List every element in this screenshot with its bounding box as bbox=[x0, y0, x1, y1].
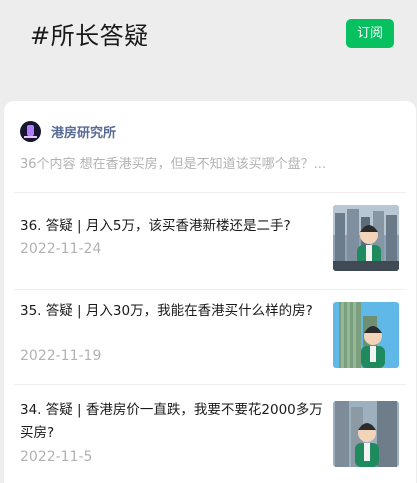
album-card: 港房研究所 36个内容 想在香港买房，但是不知道该买哪个盘？... 36. 答疑… bbox=[4, 101, 416, 483]
album-description: 36个内容 想在香港买房，但是不知道该买哪个盘？... bbox=[20, 157, 327, 172]
article-date: 2022-11-5 bbox=[20, 449, 93, 465]
article-title: 35. 答疑 | 月入30万，我能在香港买什么样的房? bbox=[20, 303, 313, 319]
article-title: 34. 答疑 | 香港房价一直跌，我要不要花2000多万买房? bbox=[20, 402, 323, 441]
article-title: 36. 答疑 | 月入5万，该买香港新楼还是二手? bbox=[20, 218, 291, 234]
avatar bbox=[20, 120, 41, 142]
header: #所长答疑 订阅 bbox=[0, 0, 417, 100]
article-date: 2022-11-24 bbox=[20, 241, 102, 257]
divider bbox=[14, 289, 406, 290]
divider bbox=[14, 192, 406, 193]
page: #所长答疑 订阅 港房研究所 36个内容 想在香港买房，但是不知道该买哪个盘？.… bbox=[0, 0, 417, 483]
list-item[interactable]: 35. 答疑 | 月入30万，我能在香港买什么样的房? 2022-11-19 bbox=[20, 300, 400, 390]
article-thumbnail bbox=[333, 205, 399, 271]
list-item[interactable]: 36. 答疑 | 月入5万，该买香港新楼还是二手? 2022-11-24 bbox=[20, 205, 400, 305]
album-name[interactable]: 港房研究所 bbox=[51, 122, 116, 141]
list-item[interactable]: 34. 答疑 | 香港房价一直跌，我要不要花2000多万买房? 2022-11-… bbox=[20, 399, 400, 483]
page-title: #所长答疑 bbox=[30, 22, 149, 50]
article-thumbnail bbox=[333, 401, 399, 467]
album-source[interactable]: 港房研究所 bbox=[20, 120, 116, 142]
article-thumbnail bbox=[333, 302, 399, 368]
article-date: 2022-11-19 bbox=[20, 348, 102, 364]
divider bbox=[14, 384, 406, 385]
subscribe-button[interactable]: 订阅 bbox=[346, 19, 394, 48]
